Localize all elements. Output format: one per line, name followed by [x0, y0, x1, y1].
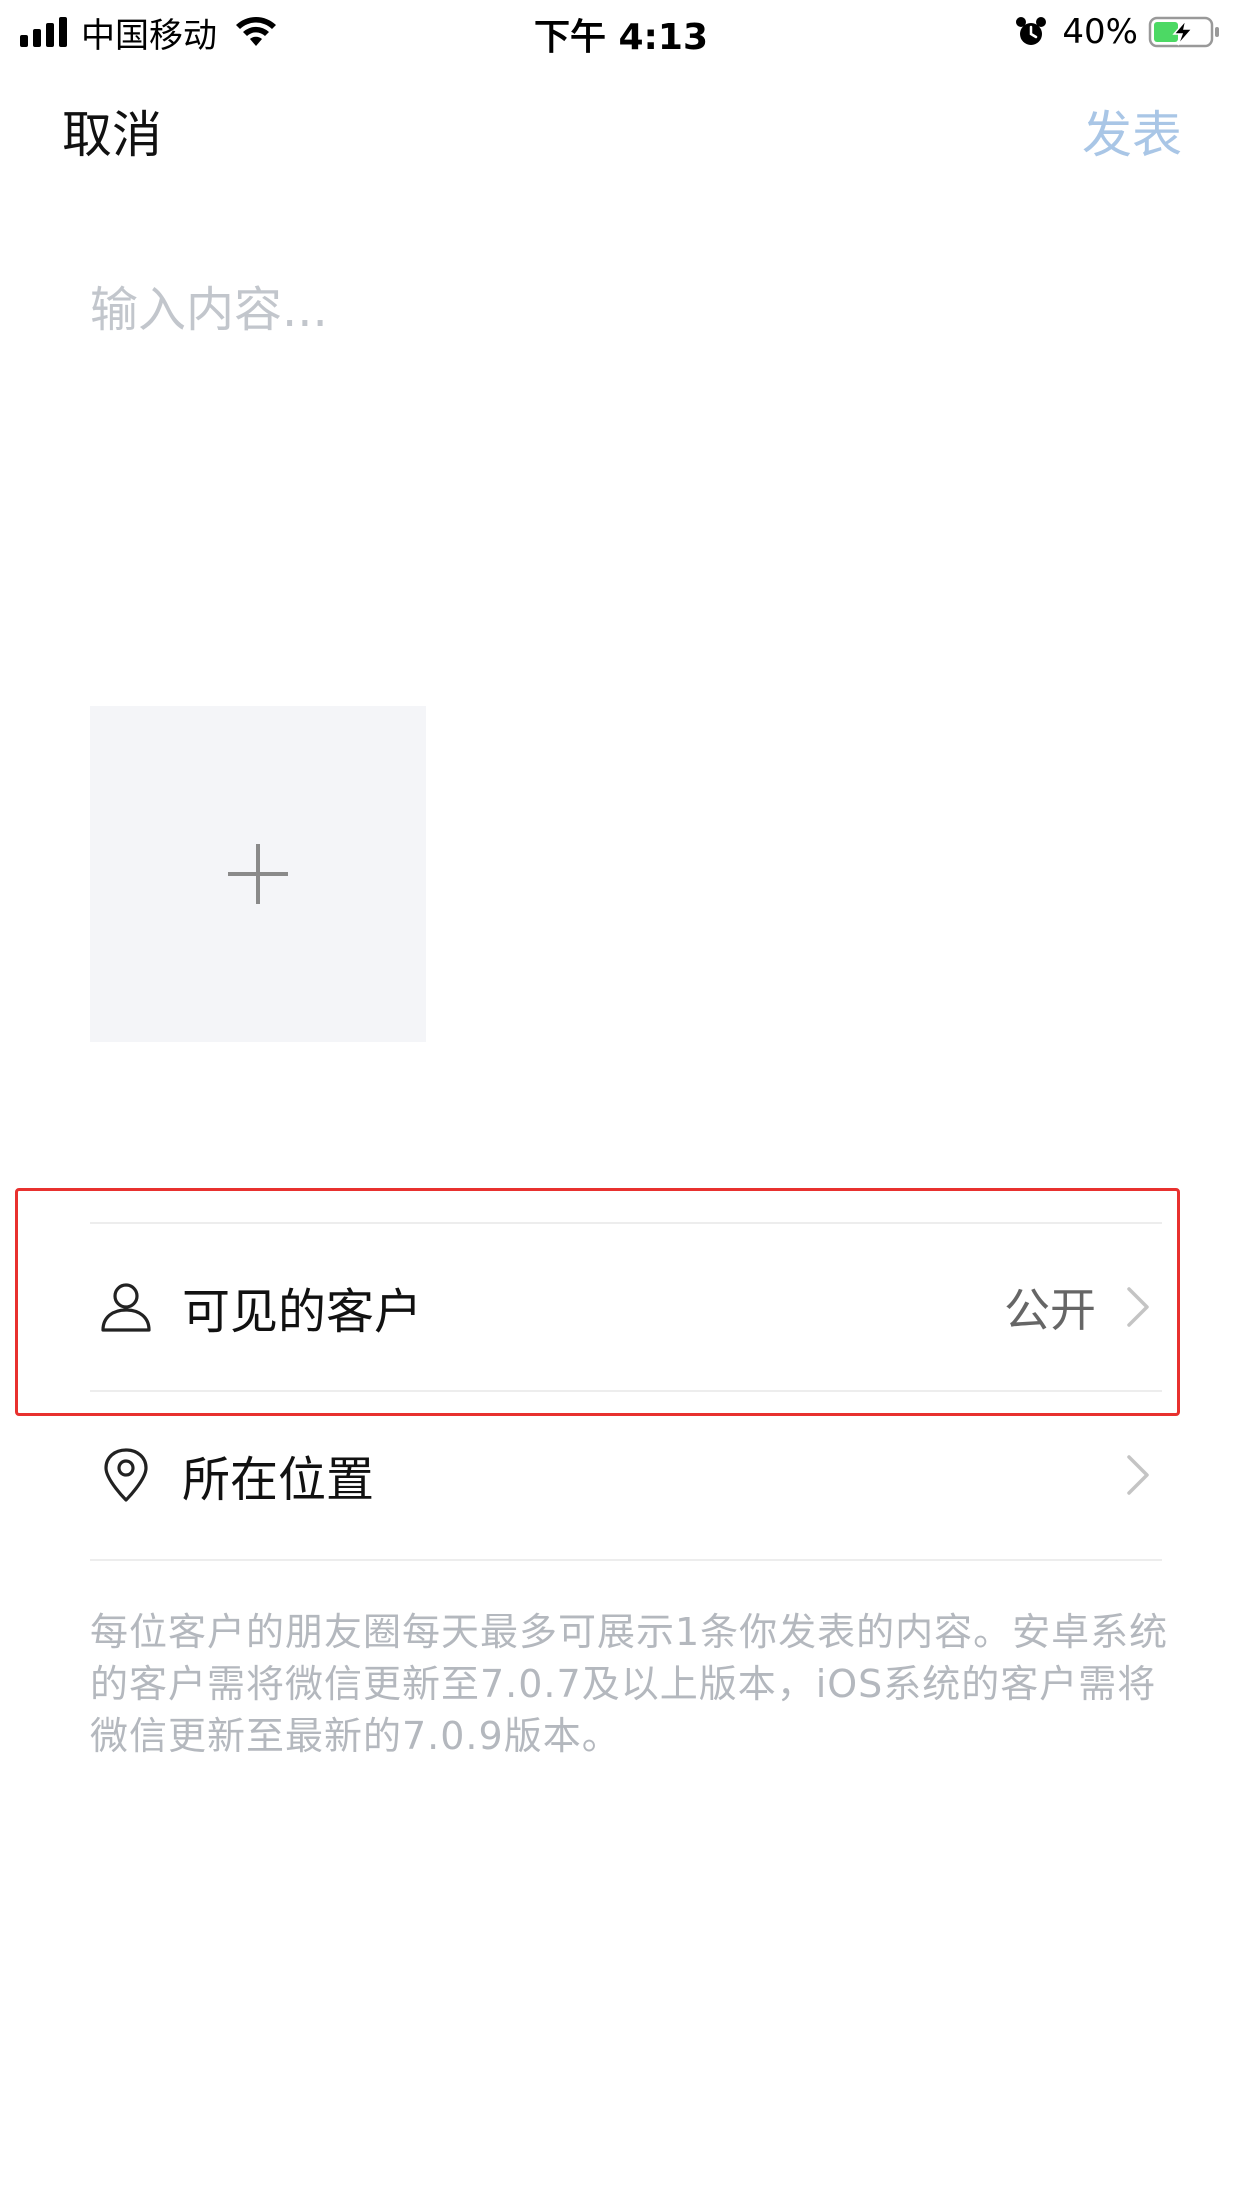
divider: [90, 1559, 1162, 1561]
status-bar: 中国移动 下午 4:13 40%: [0, 0, 1242, 62]
add-image-button[interactable]: [90, 706, 426, 1042]
person-icon: [101, 1283, 151, 1332]
location-row[interactable]: 所在位置: [90, 1392, 1162, 1558]
content-input[interactable]: [90, 270, 1150, 600]
status-bar-right: 40%: [1014, 10, 1222, 54]
chevron-right-icon: [1127, 1287, 1149, 1327]
battery-charging-icon: [1148, 16, 1219, 48]
footnote-text: 每位客户的朋友圈每天最多可展示1条你发表的内容。安卓系统的客户需将微信更新至7.…: [90, 1610, 1169, 1758]
publish-button[interactable]: 发表: [1082, 95, 1182, 167]
visible-customers-value: 公开: [1004, 1283, 1096, 1337]
plus-icon: [228, 844, 288, 904]
alarm-icon: [1016, 17, 1047, 45]
visible-customers-label: 可见的客户: [182, 1284, 423, 1340]
location-pin-icon: [104, 1448, 148, 1502]
cancel-button[interactable]: 取消: [62, 95, 162, 167]
battery-percentage: 40%: [1062, 12, 1138, 52]
visible-customers-row[interactable]: 可见的客户 公开: [90, 1224, 1162, 1390]
chevron-right-icon: [1127, 1455, 1149, 1495]
location-label: 所在位置: [182, 1452, 375, 1508]
